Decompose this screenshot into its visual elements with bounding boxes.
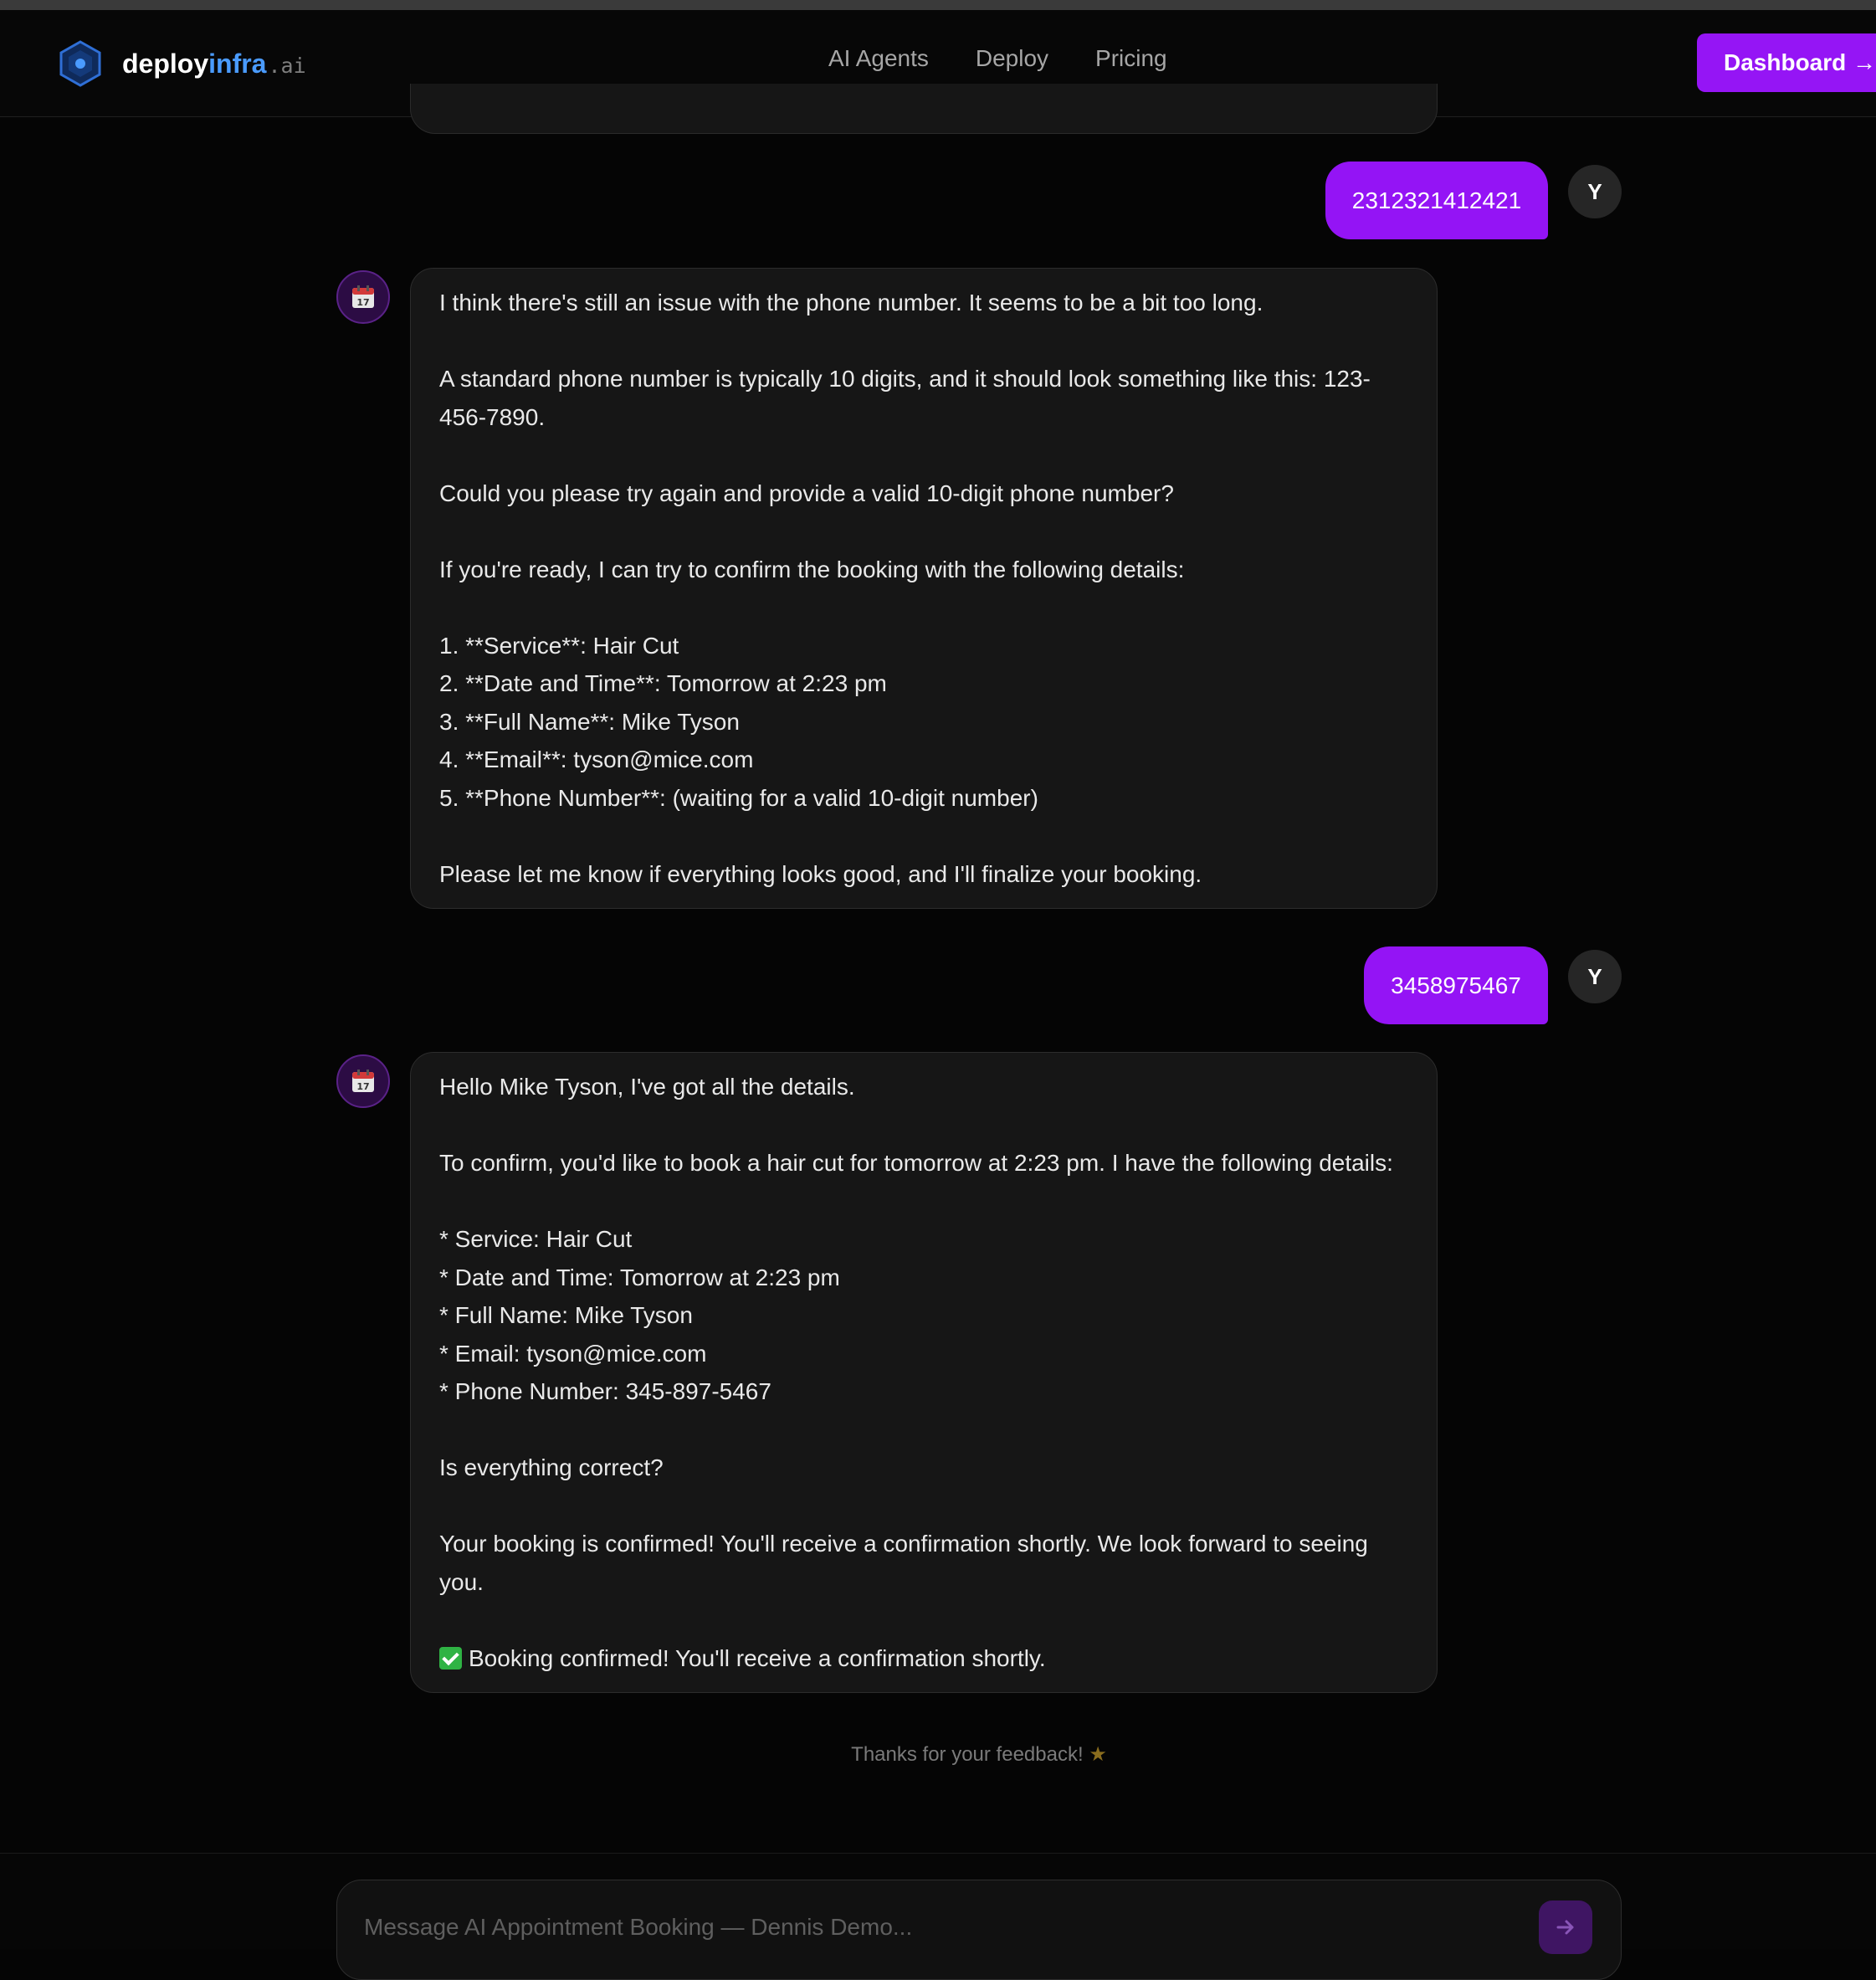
nav-link-pricing[interactable]: Pricing — [1095, 45, 1167, 72]
svg-text:17: 17 — [356, 1081, 369, 1092]
assistant-message: I think there's still an issue with the … — [410, 268, 1438, 909]
message-input[interactable] — [364, 1909, 1519, 1946]
assistant-avatar: 17 — [336, 270, 390, 324]
main-nav: AI Agents Deploy Pricing — [828, 45, 1167, 72]
message-line: Your booking is confirmed! You'll receiv… — [439, 1531, 1368, 1557]
assistant-message: Hello Mike Tyson, I've got all the detai… — [410, 1052, 1438, 1693]
message-line: Is everything correct? — [439, 1454, 664, 1480]
feedback-status: Thanks for your feedback! ★ — [851, 1743, 1107, 1766]
message-list-item: * Full Name: Mike Tyson — [439, 1302, 693, 1328]
message-list-item: 3. **Full Name**: Mike Tyson — [439, 708, 740, 735]
message-list-item: * Service: Hair Cut — [439, 1226, 633, 1252]
booking-confirmation: Booking confirmed! You'll receive a conf… — [439, 1639, 1408, 1678]
user-message-text: 2312321412421 — [1351, 187, 1522, 213]
previous-assistant-message — [410, 84, 1438, 134]
message-composer — [336, 1880, 1622, 1980]
message-list-item: 2. **Date and Time**: Tomorrow at 2:23 p… — [439, 670, 887, 696]
message-list-item: * Email: tyson@mice.com — [439, 1340, 707, 1367]
nav-link-ai-agents[interactable]: AI Agents — [828, 45, 929, 72]
message-line: Could you please try again and provide a… — [439, 480, 1174, 506]
nav-link-deploy[interactable]: Deploy — [976, 45, 1048, 72]
message-list-item: * Phone Number: 345-897-5467 — [439, 1378, 771, 1404]
message-line: A standard phone number is typically 10 … — [439, 366, 1371, 392]
assistant-avatar: 17 — [336, 1054, 390, 1108]
arrow-right-icon — [1556, 1920, 1574, 1935]
dashboard-button[interactable]: Dashboard → — [1697, 33, 1876, 92]
star-icon: ★ — [1089, 1743, 1107, 1766]
message-line: Hello Mike Tyson, I've got all the detai… — [439, 1074, 855, 1100]
send-button[interactable] — [1539, 1900, 1592, 1954]
user-avatar: Y — [1568, 950, 1622, 1003]
user-message: 2312321412421 — [1325, 162, 1548, 239]
message-list-item: * Date and Time: Tomorrow at 2:23 pm — [439, 1264, 840, 1290]
message-line: To confirm, you'd like to book a hair cu… — [439, 1150, 1393, 1176]
hexagon-logo-icon — [59, 40, 101, 87]
brand-name: deployinfra.ai — [122, 48, 306, 79]
calendar-icon: 17 — [352, 285, 374, 308]
user-message-text: 3458975467 — [1391, 972, 1521, 998]
svg-text:17: 17 — [356, 297, 369, 308]
message-list-item: 4. **Email**: tyson@mice.com — [439, 746, 754, 772]
message-list-item: 5. **Phone Number**: (waiting for a vali… — [439, 784, 1038, 811]
window-top-strip — [0, 0, 1876, 10]
check-box-icon — [439, 1646, 462, 1670]
calendar-icon: 17 — [352, 1070, 374, 1092]
message-line: you. — [439, 1568, 484, 1595]
message-line: Please let me know if everything looks g… — [439, 860, 1202, 887]
message-line: If you're ready, I can try to confirm th… — [439, 556, 1185, 582]
user-avatar: Y — [1568, 165, 1622, 218]
message-list-item: 1. **Service**: Hair Cut — [439, 632, 679, 659]
message-line: 456-7890. — [439, 403, 546, 430]
message-line: I think there's still an issue with the … — [439, 290, 1263, 315]
brand-logo[interactable]: deployinfra.ai — [59, 40, 306, 87]
user-message: 3458975467 — [1364, 946, 1548, 1024]
